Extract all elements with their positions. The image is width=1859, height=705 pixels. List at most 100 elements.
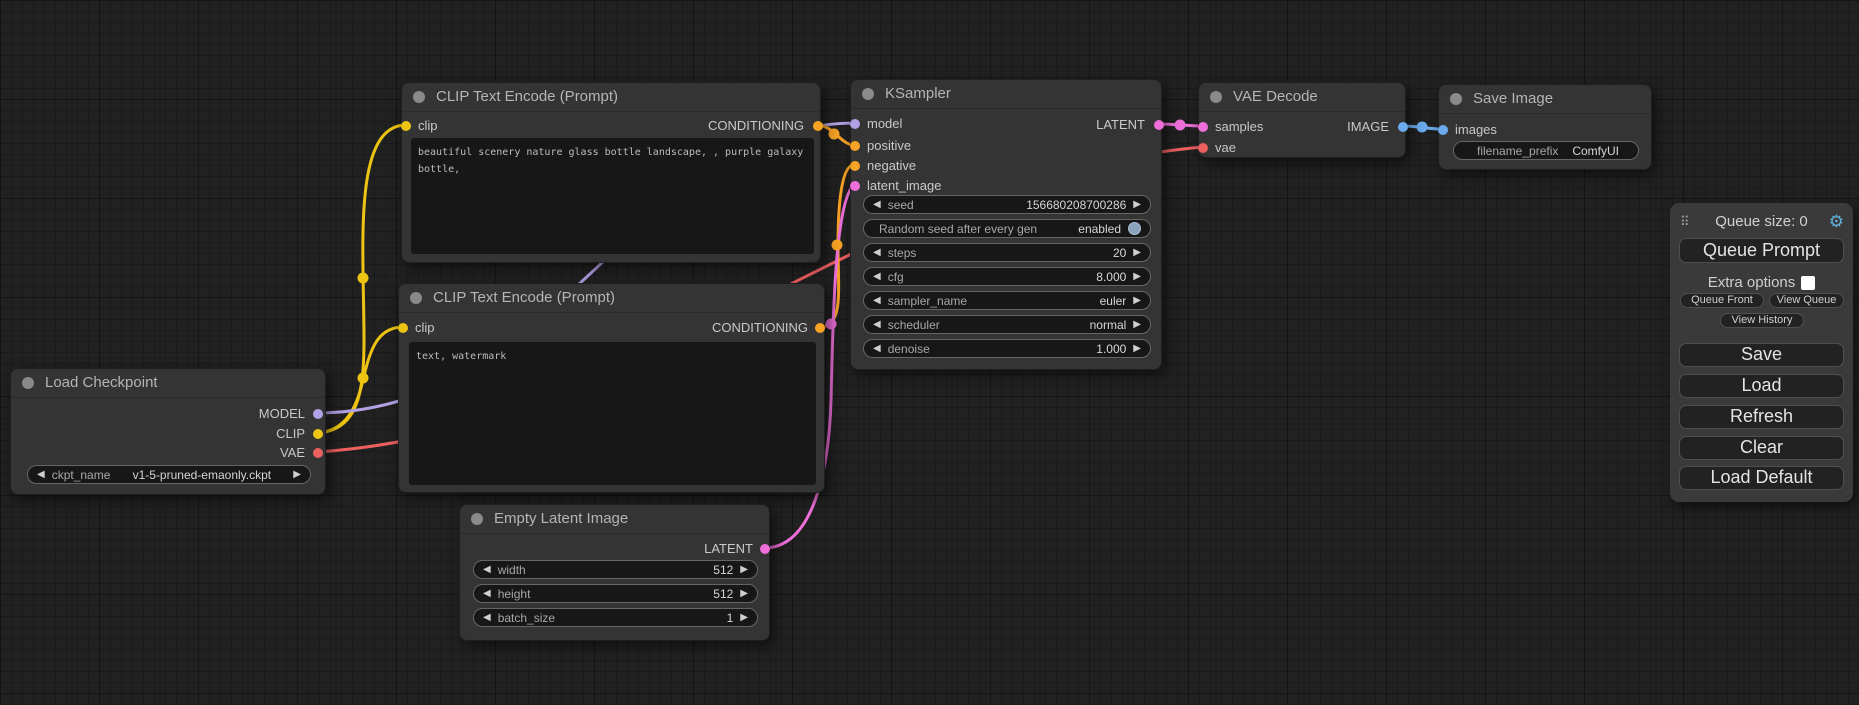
denoise-widget[interactable]: ◀ denoise 1.000 ▶ [863, 339, 1151, 358]
conditioning-output-port[interactable] [815, 323, 825, 333]
prompt-textarea[interactable]: text, watermark [409, 342, 816, 485]
queue-panel: Queue size: 0 ⠿ ⚙ Queue Prompt Extra opt… [1670, 203, 1853, 502]
view-queue-button[interactable]: View Queue [1769, 293, 1844, 308]
view-history-button[interactable]: View History [1720, 313, 1804, 328]
node-empty-latent-image[interactable]: Empty Latent Image LATENT ◀ width 512 ▶ … [459, 504, 770, 641]
decrement-arrow-icon[interactable]: ◀ [873, 196, 881, 213]
increment-arrow-icon[interactable]: ▶ [1133, 340, 1141, 357]
collapse-dot-icon[interactable] [862, 88, 874, 100]
clip-input-port[interactable] [398, 323, 408, 333]
toggle-on-icon[interactable] [1128, 222, 1141, 235]
widget-value: enabled [1078, 222, 1121, 236]
widget-value: v1-5-pruned-emaonly.ckpt [133, 468, 272, 482]
model-output-port[interactable] [313, 409, 323, 419]
collapse-dot-icon[interactable] [1450, 93, 1462, 105]
height-widget[interactable]: ◀ height 512 ▶ [473, 584, 758, 603]
widget-label: filename_prefix [1477, 144, 1558, 158]
collapse-dot-icon[interactable] [413, 91, 425, 103]
increment-arrow-icon[interactable]: ▶ [740, 561, 748, 578]
node-title-bar[interactable]: Empty Latent Image [460, 505, 769, 534]
vae-input-port[interactable] [1198, 143, 1208, 153]
node-title-bar[interactable]: CLIP Text Encode (Prompt) [402, 83, 820, 112]
samples-input-port[interactable] [1198, 122, 1208, 132]
increment-arrow-icon[interactable]: ▶ [1133, 196, 1141, 213]
scheduler-widget[interactable]: ◀ scheduler normal ▶ [863, 315, 1151, 334]
widget-label: Random seed after every gen [879, 222, 1037, 236]
extra-options-row: Extra options [1670, 274, 1853, 291]
widget-label: steps [888, 246, 917, 260]
width-widget[interactable]: ◀ width 512 ▶ [473, 560, 758, 579]
batch-size-widget[interactable]: ◀ batch_size 1 ▶ [473, 608, 758, 627]
decrement-arrow-icon[interactable]: ◀ [873, 340, 881, 357]
drag-handle-icon[interactable]: ⠿ [1680, 214, 1688, 230]
queue-front-button[interactable]: Queue Front [1680, 293, 1764, 308]
node-title-bar[interactable]: KSampler [851, 80, 1161, 109]
queue-prompt-button[interactable]: Queue Prompt [1679, 238, 1844, 263]
sampler-name-widget[interactable]: ◀ sampler_name euler ▶ [863, 291, 1151, 310]
decrement-arrow-icon[interactable]: ◀ [873, 244, 881, 261]
cfg-widget[interactable]: ◀ cfg 8.000 ▶ [863, 267, 1151, 286]
filename-prefix-widget[interactable]: filename_prefix ComfyUI [1453, 141, 1639, 160]
collapse-dot-icon[interactable] [471, 513, 483, 525]
link-dot [358, 373, 369, 384]
increment-arrow-icon[interactable]: ▶ [1133, 244, 1141, 261]
increment-arrow-icon[interactable]: ▶ [1133, 316, 1141, 333]
extra-options-checkbox[interactable] [1801, 276, 1815, 290]
comfyui-canvas[interactable]: { "colors": { "model_link": "#b3a1e6", "… [0, 0, 1859, 705]
node-title-bar[interactable]: VAE Decode [1199, 83, 1405, 112]
clip-output-port[interactable] [313, 429, 323, 439]
node-load-checkpoint[interactable]: Load Checkpoint MODEL CLIP VAE ◀ ckpt_na… [10, 368, 326, 495]
random-seed-toggle-widget[interactable]: Random seed after every gen enabled [863, 219, 1151, 238]
clip-input-port[interactable] [401, 121, 411, 131]
vae-output-port[interactable] [313, 448, 323, 458]
node-title-bar[interactable]: Save Image [1439, 85, 1651, 114]
collapse-dot-icon[interactable] [410, 292, 422, 304]
collapse-dot-icon[interactable] [22, 377, 34, 389]
load-button[interactable]: Load [1679, 374, 1844, 398]
increment-arrow-icon[interactable]: ▶ [740, 609, 748, 626]
decrement-arrow-icon[interactable]: ◀ [37, 466, 45, 483]
model-input-port[interactable] [850, 119, 860, 129]
increment-arrow-icon[interactable]: ▶ [740, 585, 748, 602]
image-output-port[interactable] [1398, 122, 1408, 132]
node-title-bar[interactable]: CLIP Text Encode (Prompt) [399, 284, 824, 313]
seed-widget[interactable]: ◀ seed 156680208700286 ▶ [863, 195, 1151, 214]
widget-label: seed [888, 198, 914, 212]
load-default-button[interactable]: Load Default [1679, 466, 1844, 490]
prompt-textarea[interactable]: beautiful scenery nature glass bottle la… [411, 138, 814, 254]
node-ksampler[interactable]: KSampler model positive negative latent_… [850, 79, 1162, 370]
collapse-dot-icon[interactable] [1210, 91, 1222, 103]
clear-button[interactable]: Clear [1679, 436, 1844, 460]
save-button[interactable]: Save [1679, 343, 1844, 367]
negative-input-port[interactable] [850, 161, 860, 171]
ckpt-name-widget[interactable]: ◀ ckpt_name v1-5-pruned-emaonly.ckpt ▶ [27, 465, 311, 484]
positive-input-port[interactable] [850, 141, 860, 151]
node-title: CLIP Text Encode (Prompt) [433, 289, 615, 306]
decrement-arrow-icon[interactable]: ◀ [483, 561, 491, 578]
steps-widget[interactable]: ◀ steps 20 ▶ [863, 243, 1151, 262]
node-vae-decode[interactable]: VAE Decode samples vae IMAGE [1198, 82, 1406, 158]
extra-options-label: Extra options [1708, 274, 1796, 291]
widget-label: width [498, 563, 526, 577]
increment-arrow-icon[interactable]: ▶ [1133, 268, 1141, 285]
node-save-image[interactable]: Save Image images filename_prefix ComfyU… [1438, 84, 1652, 170]
decrement-arrow-icon[interactable]: ◀ [873, 268, 881, 285]
node-clip-text-encode-negative[interactable]: CLIP Text Encode (Prompt) clip CONDITION… [398, 283, 825, 493]
input-label-samples: samples [1215, 118, 1263, 136]
decrement-arrow-icon[interactable]: ◀ [483, 585, 491, 602]
decrement-arrow-icon[interactable]: ◀ [873, 292, 881, 309]
refresh-button[interactable]: Refresh [1679, 405, 1844, 429]
node-clip-text-encode-positive[interactable]: CLIP Text Encode (Prompt) clip CONDITION… [401, 82, 821, 263]
latent-image-input-port[interactable] [850, 181, 860, 191]
decrement-arrow-icon[interactable]: ◀ [483, 609, 491, 626]
latent-output-port[interactable] [760, 544, 770, 554]
latent-output-port[interactable] [1154, 120, 1164, 130]
settings-gear-icon[interactable]: ⚙ [1829, 212, 1844, 232]
node-title-bar[interactable]: Load Checkpoint [11, 369, 325, 398]
increment-arrow-icon[interactable]: ▶ [1133, 292, 1141, 309]
conditioning-output-port[interactable] [813, 121, 823, 131]
widget-label: scheduler [888, 318, 940, 332]
images-input-port[interactable] [1438, 125, 1448, 135]
decrement-arrow-icon[interactable]: ◀ [873, 316, 881, 333]
increment-arrow-icon[interactable]: ▶ [293, 466, 301, 483]
